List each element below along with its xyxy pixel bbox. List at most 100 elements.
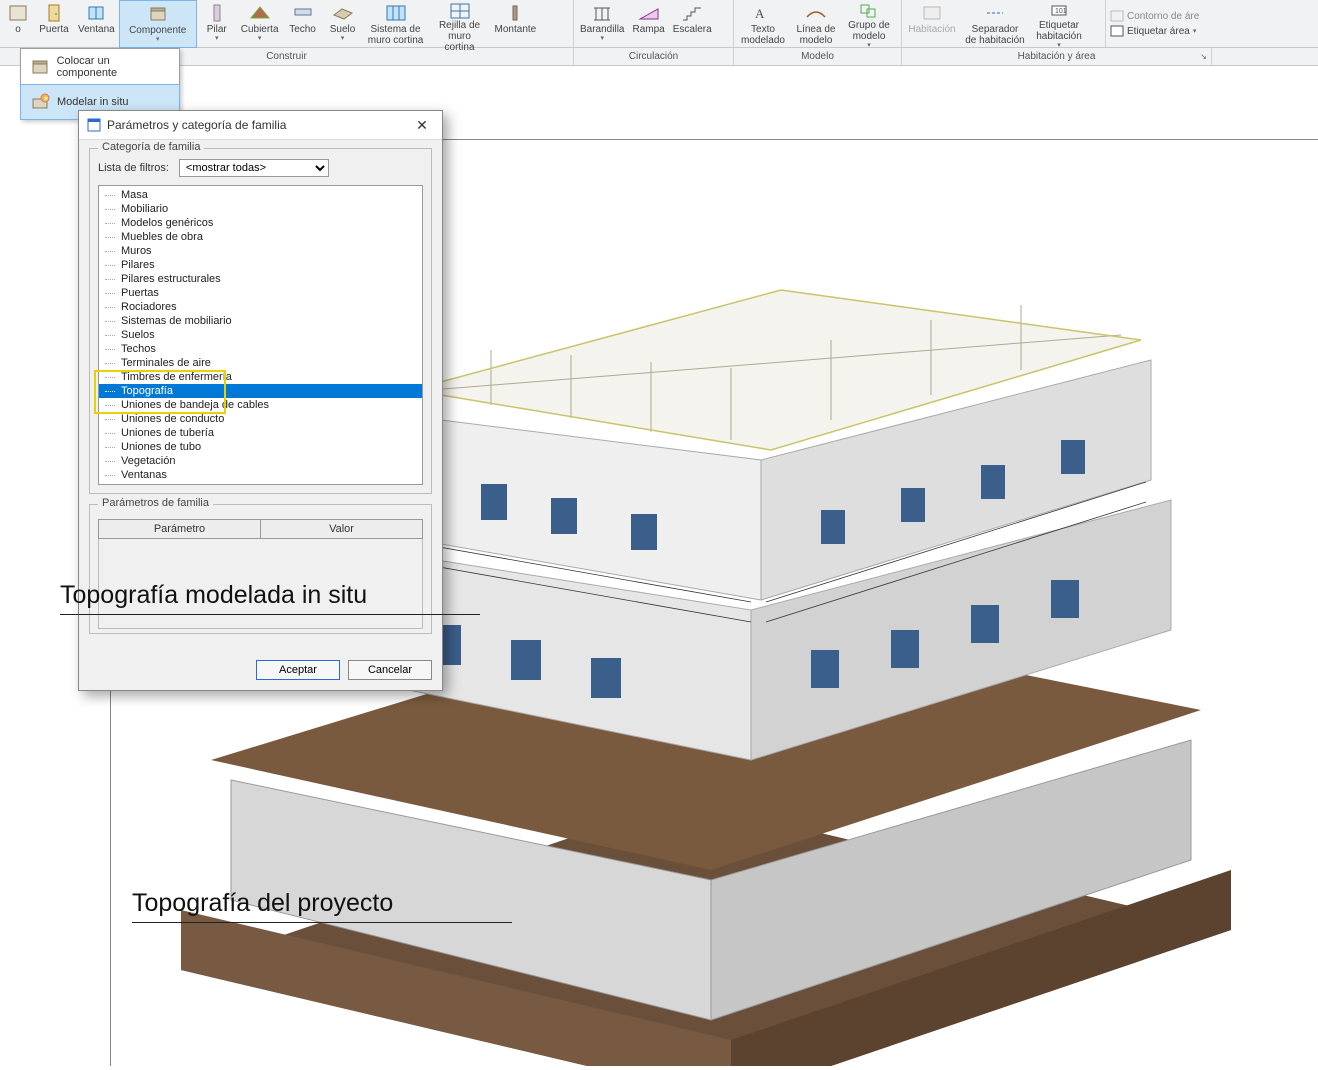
filter-label: Lista de filtros:: [98, 162, 169, 174]
curtain-grid-icon: [448, 2, 472, 20]
tree-item[interactable]: Vegetación: [99, 454, 422, 468]
category-tree[interactable]: MasaMobiliarioModelos genéricosMuebles d…: [98, 185, 423, 485]
ribbon-item-escalera[interactable]: Escalera: [669, 0, 716, 48]
dialog-titlebar[interactable]: Parámetros y categoría de familia ✕: [79, 111, 442, 140]
svg-text:101: 101: [1055, 8, 1067, 15]
dialog-launcher-icon[interactable]: ↘: [1200, 52, 1207, 61]
ribbon-item-rampa[interactable]: Rampa: [628, 0, 668, 48]
model-in-place-icon: ✶: [29, 91, 51, 113]
ribbon-item-contorno-area: Contorno de áre: [1110, 10, 1199, 22]
ribbon-sections: Construir Circulación Modelo Habitación …: [0, 48, 1318, 66]
tree-item[interactable]: Puertas: [99, 286, 422, 300]
ribbon-item-suelo[interactable]: Suelo ▾: [323, 0, 363, 48]
tree-item[interactable]: Uniones de tubería: [99, 426, 422, 440]
ribbon-item-grupo-modelo[interactable]: Grupo de modelo ▾: [842, 0, 896, 48]
ribbon-item-ventana[interactable]: Ventana: [74, 0, 119, 48]
wall-icon: [6, 2, 30, 24]
ribbon-section-circulacion: Circulación: [574, 48, 734, 65]
room-icon: [920, 2, 944, 24]
ribbon-item-sistema-muro-cortina[interactable]: Sistema de muro cortina: [363, 0, 429, 48]
ribbon-item-linea-modelo[interactable]: Línea de modelo: [790, 0, 842, 48]
ribbon-item-separador-habitacion[interactable]: Separador de habitación: [960, 0, 1030, 48]
chevron-down-icon: ▾: [156, 36, 160, 43]
svg-text:✶: ✶: [43, 95, 49, 103]
ribbon-group-habitacion: Habitación Separador de habitación 101 E…: [902, 0, 1106, 47]
ribbon-group-modelo: A Texto modelado Línea de modelo Grupo d…: [734, 0, 902, 47]
tree-item[interactable]: Terminales de aire: [99, 356, 422, 370]
ribbon-side-items: Contorno de áre Etiquetar área ▾: [1106, 0, 1203, 47]
chevron-down-icon: ▾: [600, 35, 604, 42]
tree-item[interactable]: Modelos genéricos: [99, 216, 422, 230]
floor-icon: [331, 2, 355, 24]
tree-item[interactable]: Suelos: [99, 328, 422, 342]
tree-item[interactable]: Uniones de tubo: [99, 440, 422, 454]
tree-item[interactable]: Mobiliario: [99, 202, 422, 216]
chevron-down-icon: ▾: [867, 42, 871, 49]
dialog-title-text: Parámetros y categoría de familia: [107, 118, 286, 132]
annotation-modelada: Topografía modelada in situ: [58, 580, 458, 616]
room-separator-icon: [983, 2, 1007, 24]
ribbon-item-pilar[interactable]: Pilar ▾: [197, 0, 237, 48]
ribbon-item-montante[interactable]: Montante: [491, 0, 541, 48]
svg-text:A: A: [755, 6, 765, 21]
ceiling-icon: [291, 2, 315, 24]
tree-item[interactable]: Pilares: [99, 258, 422, 272]
value-col-header[interactable]: Valor: [261, 520, 423, 539]
menu-item-label: Colocar un componente: [57, 55, 171, 79]
annotation-proyecto: Topografía del proyecto: [130, 888, 490, 924]
tree-item[interactable]: Sistemas de mobiliario: [99, 314, 422, 328]
param-col-header[interactable]: Parámetro: [99, 520, 261, 539]
ribbon-item-componente[interactable]: Componente ▾: [119, 0, 197, 48]
ribbon-item-cubierta[interactable]: Cubierta ▾: [237, 0, 283, 48]
ok-button[interactable]: Aceptar: [256, 660, 340, 680]
tree-item[interactable]: Masa: [99, 188, 422, 202]
groupbox-label: Categoría de familia: [98, 141, 204, 153]
chevron-down-icon: ▾: [215, 35, 219, 42]
menu-item-label: Modelar in situ: [57, 96, 129, 108]
room-tag-icon: 101: [1047, 2, 1071, 20]
dialog-icon: [87, 118, 101, 132]
tree-item[interactable]: Muebles de obra: [99, 230, 422, 244]
ribbon-section-habitacion: Habitación y área ↘: [902, 48, 1212, 65]
ribbon-item-texto-modelado[interactable]: A Texto modelado: [736, 0, 790, 48]
ribbon-item-rejilla-muro-cortina[interactable]: Rejilla de muro cortina: [429, 0, 491, 48]
close-button[interactable]: ✕: [410, 116, 434, 134]
ribbon-group-construir: o Puerta Ventana Componente ▾ Pilar ▾ Cu…: [0, 0, 574, 47]
tree-item[interactable]: Uniones de conducto: [99, 412, 422, 426]
tree-item[interactable]: Topografía: [99, 384, 422, 398]
ribbon-item-techo[interactable]: Techo: [283, 0, 323, 48]
model-text-icon: A: [751, 2, 775, 24]
stair-icon: [680, 2, 704, 24]
tree-item[interactable]: Pilares estructurales: [99, 272, 422, 286]
cancel-button[interactable]: Cancelar: [348, 660, 432, 680]
chevron-down-icon: ▾: [341, 35, 345, 42]
ribbon-item-barandilla[interactable]: Barandilla ▾: [576, 0, 628, 48]
tree-item[interactable]: Uniones de bandeja de cables: [99, 398, 422, 412]
groupbox-categoria: Categoría de familia Lista de filtros: <…: [89, 148, 432, 494]
tree-item[interactable]: Rociadores: [99, 300, 422, 314]
model-line-icon: [804, 2, 828, 24]
ribbon-group-circulacion: Barandilla ▾ Rampa Escalera: [574, 0, 734, 47]
window-icon: [84, 2, 108, 24]
ribbon-section-modelo: Modelo: [734, 48, 902, 65]
railing-icon: [590, 2, 614, 24]
place-component-icon: [29, 56, 51, 78]
ribbon-item-habitacion: Habitación: [904, 0, 960, 48]
ribbon-item-etiquetar-area[interactable]: Etiquetar área ▾: [1110, 25, 1199, 37]
ribbon-item-puerta[interactable]: Puerta: [34, 0, 74, 48]
model-group-icon: [857, 2, 881, 20]
ribbon-item-truncated[interactable]: o: [2, 0, 34, 48]
ribbon-item-etiquetar-habitacion[interactable]: 101 Etiquetar habitación ▾: [1030, 0, 1088, 48]
menu-item-colocar-componente[interactable]: Colocar un componente: [21, 49, 179, 85]
mullion-icon: [503, 2, 527, 24]
filter-select[interactable]: <mostrar todas>: [179, 159, 329, 177]
tree-item[interactable]: Muros: [99, 244, 422, 258]
door-icon: [42, 2, 66, 24]
curtain-system-icon: [384, 2, 408, 24]
component-icon: [146, 3, 170, 25]
tree-item[interactable]: Timbres de enfermería: [99, 370, 422, 384]
tree-item[interactable]: Ventanas: [99, 468, 422, 482]
roof-icon: [248, 2, 272, 24]
ramp-icon: [637, 2, 661, 24]
tree-item[interactable]: Techos: [99, 342, 422, 356]
